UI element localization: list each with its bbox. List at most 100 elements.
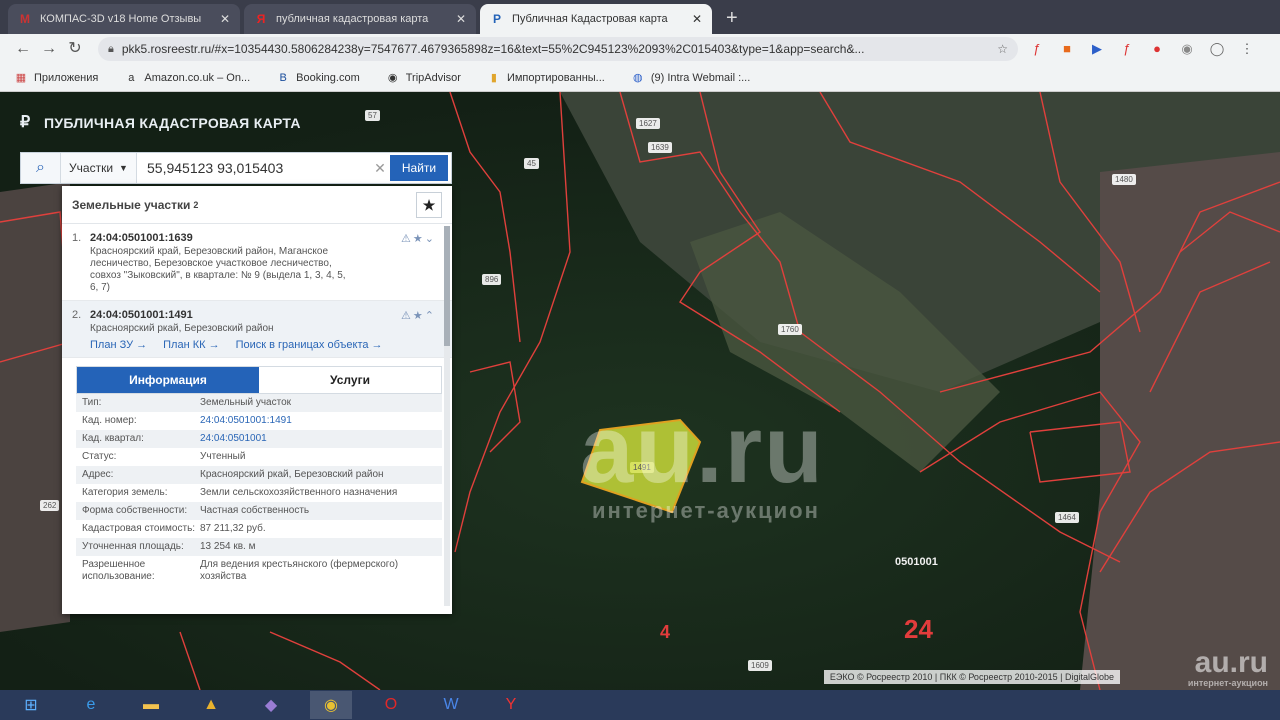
- bookmark-booking[interactable]: B Booking.com: [276, 71, 359, 85]
- bookmark-apps[interactable]: ▦ Приложения: [14, 71, 99, 85]
- extension-icon[interactable]: ƒ: [1116, 38, 1138, 60]
- tab-close-icon[interactable]: ✕: [220, 12, 230, 26]
- word-icon[interactable]: W: [430, 691, 472, 719]
- info-table: Тип: Земельный участок Кад. номер: 24:04:05…: [76, 394, 442, 586]
- bookmark-webmail[interactable]: ◍ (9) Intra Webmail :...: [631, 71, 750, 85]
- bookmark-star-icon[interactable]: ☆: [997, 42, 1008, 56]
- parcel-number-tag: 262: [40, 500, 60, 511]
- link-plan-zu[interactable]: План ЗУ →: [90, 339, 147, 351]
- parcel-number-tag: 896: [482, 274, 502, 285]
- info-value: 87 211,32 руб.: [200, 523, 266, 534]
- extension-icon[interactable]: ▶: [1086, 38, 1108, 60]
- info-row: Форма собственности: Частная собственност…: [76, 502, 442, 520]
- star-icon[interactable]: ★: [413, 233, 425, 245]
- yandex-browser-icon[interactable]: Y: [490, 691, 532, 719]
- bookmark-label: (9) Intra Webmail :...: [650, 71, 751, 84]
- screen: М КОМПАС-3D v18 Home Отзывы ✕ Я публична…: [0, 0, 1280, 720]
- tab-favicon-icon: Я: [256, 12, 266, 26]
- browser-tab-1[interactable]: М КОМПАС-3D v18 Home Отзывы ✕: [8, 4, 240, 34]
- menu-dots-icon[interactable]: ⋮: [1236, 38, 1258, 60]
- bookmark-imported[interactable]: ▮ Импортированны...: [487, 71, 605, 85]
- search-category-select[interactable]: Участки ▼: [61, 153, 137, 183]
- link-search-in-bounds[interactable]: Поиск в границах объекта →: [236, 339, 383, 351]
- result-item-selected[interactable]: 2. 24:04:0501001:1491 Красноярский ркай,…: [62, 301, 452, 358]
- result-item[interactable]: 1. 24:04:0501001:1639 Красноярский край,…: [62, 224, 452, 301]
- chevron-down-icon[interactable]: ⌄: [425, 233, 436, 245]
- watermark-small-text: интернет-аукцион: [592, 498, 820, 523]
- reload-icon[interactable]: ↻: [62, 36, 88, 62]
- search-icon[interactable]: ⌕: [21, 153, 61, 183]
- info-key: Разрешенное использование:: [82, 559, 155, 582]
- tab-close-icon[interactable]: ✕: [456, 12, 466, 26]
- watermark-big-text: au.ru: [580, 396, 825, 503]
- panel-scrollbar[interactable]: [444, 226, 450, 606]
- internet-explorer-icon[interactable]: e: [70, 691, 112, 719]
- info-value-link[interactable]: 24:04:0501001:1491: [200, 415, 436, 427]
- address-bar[interactable]: 🔒︎ pkk5.rosreestr.ru/#x=10354430.5806284…: [98, 37, 1018, 61]
- info-value-link[interactable]: 24:04:0501001: [200, 433, 436, 445]
- tripadvisor-icon: ◉: [387, 71, 398, 84]
- chevron-up-icon[interactable]: ⌃: [425, 310, 436, 322]
- results-panel: Земельные участки 2 ★ 1. 24:04:0501001:1…: [62, 186, 452, 614]
- site-header: ₽ ПУБЛИЧНАЯ КАДАСТРОВАЯ КАРТА: [20, 114, 301, 132]
- profile-avatar-icon[interactable]: ◯: [1206, 38, 1228, 60]
- bookmark-label: Приложения: [34, 71, 99, 84]
- info-key: Адрес:: [82, 469, 114, 480]
- tab-services[interactable]: Услуги: [259, 367, 441, 393]
- browser-tab-2[interactable]: Я публичная кадастровая карта ✕: [244, 4, 476, 34]
- favorite-star-icon[interactable]: ★: [416, 192, 442, 218]
- info-row: Кад. квартал: 24:04:0501001: [76, 430, 442, 448]
- chrome-icon[interactable]: ◉: [310, 691, 352, 719]
- info-tabs: Информация Услуги: [76, 366, 442, 394]
- info-row: Категория земель: Земли сельскохозяйствен…: [76, 484, 442, 502]
- tab-favicon-icon: М: [20, 12, 30, 26]
- corner-watermark-big: au.ru: [1194, 646, 1268, 679]
- forward-arrow-icon[interactable]: →: [36, 36, 62, 62]
- bookmark-amazon[interactable]: a Amazon.co.uk – On...: [124, 71, 250, 85]
- new-tab-button[interactable]: +: [716, 4, 748, 34]
- result-number: 2.: [72, 309, 82, 321]
- info-row: Кад. номер: 24:04:0501001:1491: [76, 412, 442, 430]
- parcel-number-tag: 1639: [648, 142, 672, 153]
- result-address: Красноярский край, Березовский район, Ма…: [90, 246, 346, 293]
- result-tools[interactable]: ⚠★⌃: [401, 309, 436, 322]
- warning-icon[interactable]: ⚠: [401, 310, 413, 322]
- link-plan-kk[interactable]: План КК →: [163, 339, 219, 351]
- vpn-icon[interactable]: ◆: [250, 691, 292, 719]
- apps-grid-icon: ▦: [15, 71, 27, 84]
- search-category-label: Участки: [69, 161, 114, 175]
- tab-information[interactable]: Информация: [77, 367, 259, 393]
- star-icon[interactable]: ★: [413, 310, 425, 322]
- search-input[interactable]: [137, 153, 370, 183]
- browser-tab-3[interactable]: Р Публичная Кадастровая карта ✕: [480, 4, 712, 34]
- warning-icon[interactable]: ⚠: [401, 233, 413, 245]
- bookmark-label: Импортированны...: [506, 71, 605, 84]
- panel-header: Земельные участки 2 ★: [62, 186, 452, 224]
- tab-close-icon[interactable]: ✕: [692, 12, 702, 26]
- opera-icon[interactable]: O: [370, 691, 412, 719]
- result-tools[interactable]: ⚠★⌄: [401, 232, 436, 245]
- info-value: Для ведения крестьянского (фермерского) …: [200, 559, 399, 582]
- village-area: [1080, 152, 1280, 690]
- cadastral-map[interactable]: 57 896 1627 1639 1760 1491 1464 262 1609…: [0, 92, 1280, 690]
- start-button-icon[interactable]: ⊞: [10, 691, 52, 719]
- file-explorer-icon[interactable]: ▬: [130, 691, 172, 719]
- extension-icon[interactable]: ƒ: [1026, 38, 1048, 60]
- bookmark-tripadvisor[interactable]: ◉ TripAdvisor: [386, 71, 461, 85]
- app-triangle-icon[interactable]: ▲: [190, 691, 232, 719]
- info-row: Тип: Земельный участок: [76, 394, 442, 412]
- extension-icon[interactable]: ■: [1056, 38, 1078, 60]
- url-text: pkk5.rosreestr.ru/#x=10354430.5806284238…: [121, 42, 865, 56]
- extension-icon[interactable]: ●: [1146, 38, 1168, 60]
- bookmark-label: Amazon.co.uk – On...: [144, 71, 251, 84]
- folder-icon: ▮: [490, 71, 497, 84]
- find-button[interactable]: Найти: [390, 155, 448, 181]
- amazon-icon: a: [128, 71, 135, 84]
- scrollbar-thumb[interactable]: [444, 226, 450, 346]
- clear-icon[interactable]: ✕: [370, 160, 390, 177]
- result-cadastral-number: 24:04:0501001:1639: [90, 232, 193, 244]
- extension-icon[interactable]: ◉: [1176, 38, 1198, 60]
- info-value: Земельный участок: [200, 397, 292, 408]
- back-arrow-icon[interactable]: ←: [10, 36, 36, 62]
- info-value: Красноярский ркай, Березовский район: [200, 469, 384, 480]
